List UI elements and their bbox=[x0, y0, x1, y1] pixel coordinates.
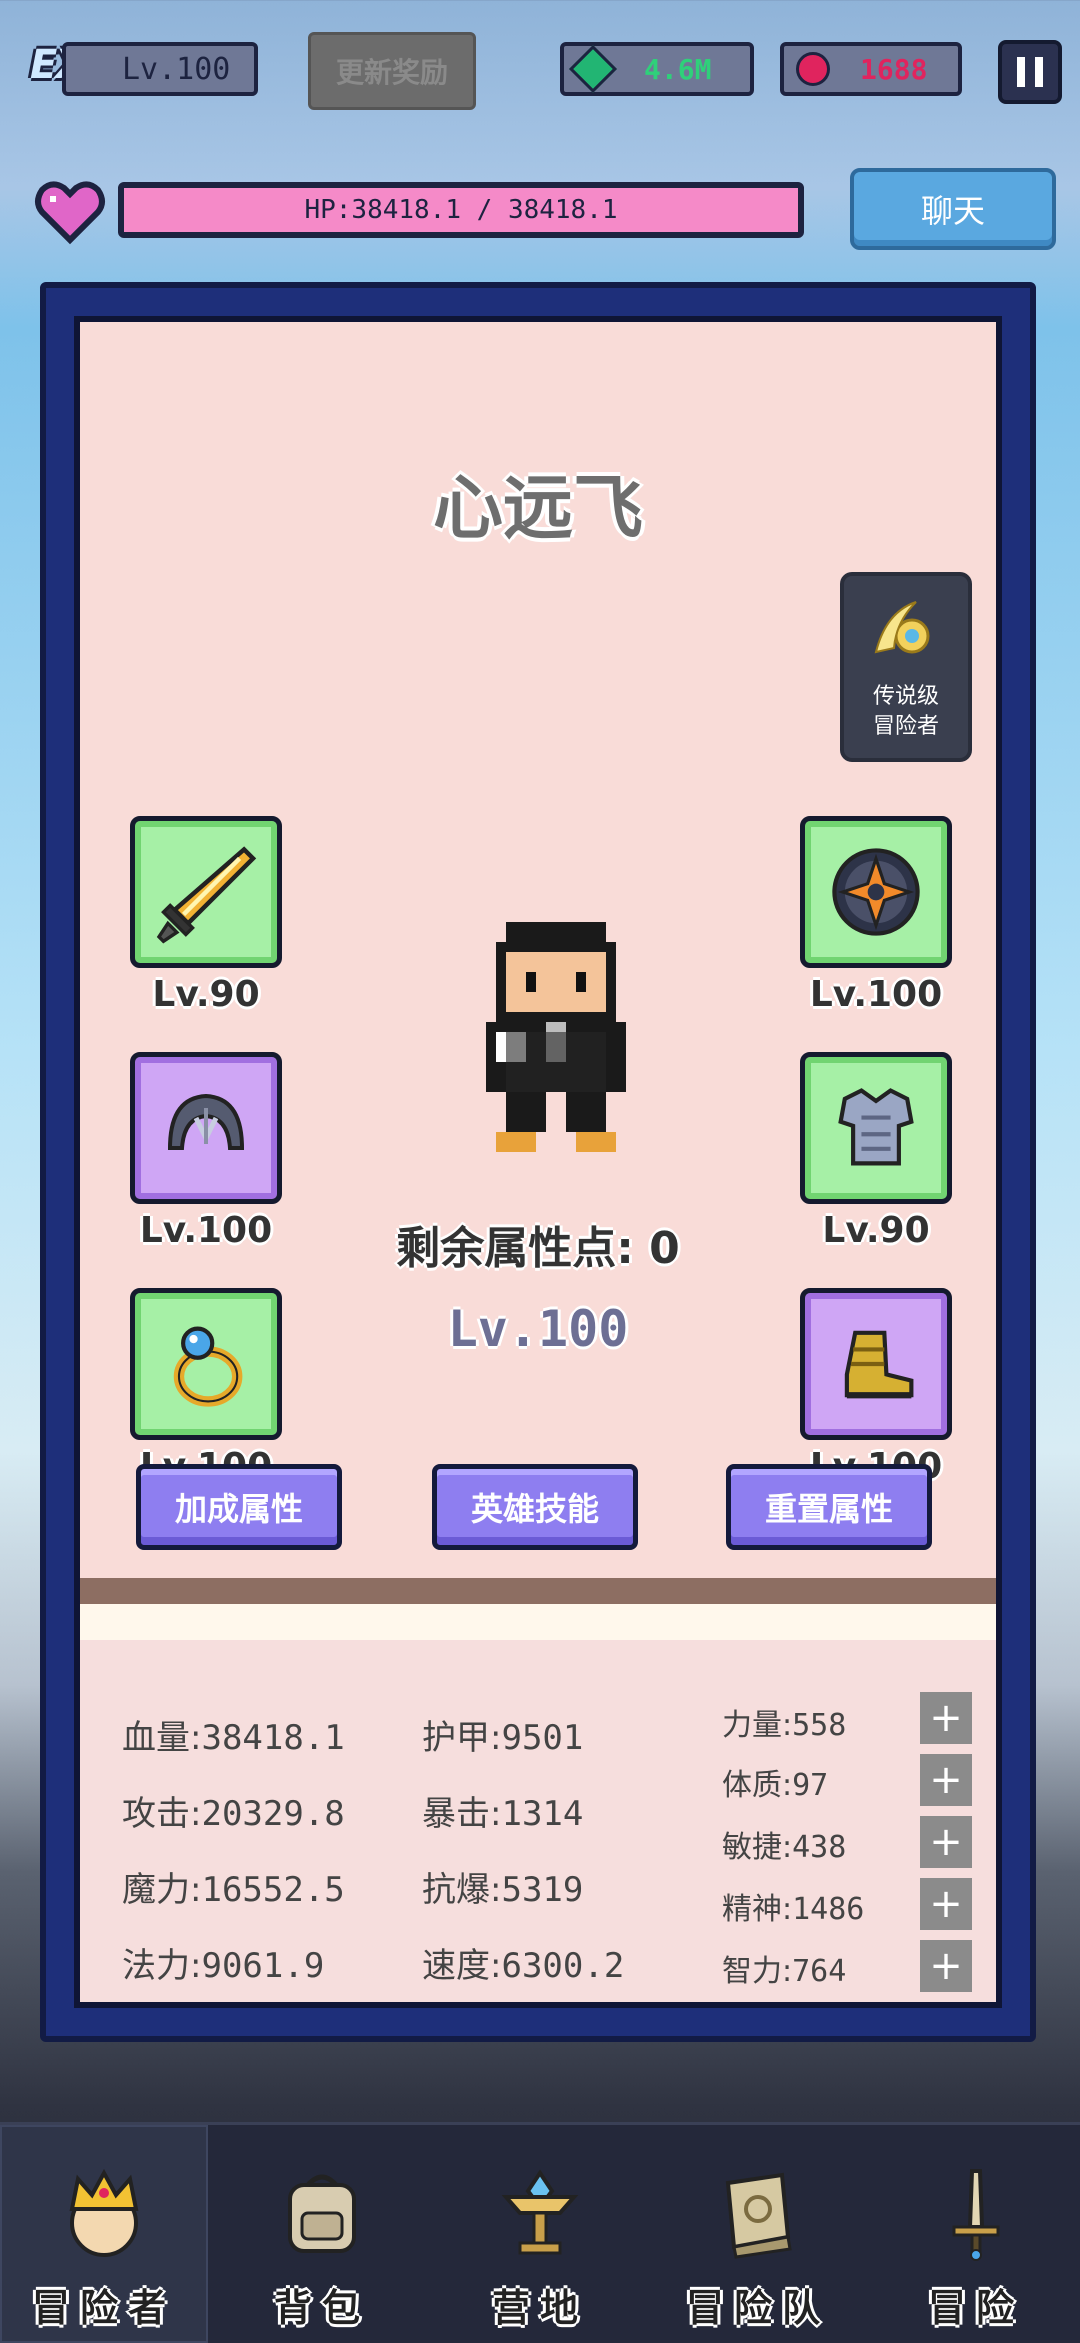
ruby-icon bbox=[796, 52, 830, 86]
nav-adventurer-label: 冒险者 bbox=[31, 2286, 176, 2330]
stat-armor: 护甲:9501 bbox=[422, 1718, 584, 1758]
stat-crit-resist: 抗爆:5319 bbox=[422, 1870, 584, 1910]
add-strength-button[interactable]: + bbox=[920, 1692, 972, 1744]
update-reward-button[interactable]: 更新奖励 bbox=[308, 32, 476, 110]
level-display: Lv.100 bbox=[62, 42, 258, 96]
add-intelligence-button[interactable]: + bbox=[920, 1940, 972, 1992]
nav-adventure-label: 冒险 bbox=[927, 2286, 1024, 2330]
sword-icon bbox=[156, 846, 257, 944]
pause-button[interactable] bbox=[998, 40, 1062, 104]
helmet-icon bbox=[167, 1093, 245, 1150]
hp-bar: HP:38418.1 / 38418.1 bbox=[118, 182, 804, 238]
hero-level: Lv.100 bbox=[447, 1300, 629, 1358]
stats-section: 血量:38418.1 护甲:9501 攻击:20329.8 暴击:1314 魔力… bbox=[80, 1640, 996, 2002]
add-constitution-button[interactable]: + bbox=[920, 1754, 972, 1806]
nav-backpack[interactable]: 背包 bbox=[218, 2125, 426, 2343]
panel-divider-highlight bbox=[80, 1604, 996, 1640]
add-agility-button[interactable]: + bbox=[920, 1816, 972, 1868]
add-spirit-button[interactable]: + bbox=[920, 1878, 972, 1930]
armor-slot[interactable] bbox=[800, 1052, 952, 1204]
rank-line-2: 冒险者 bbox=[872, 714, 939, 739]
stat-magic-power: 魔力:16552.5 bbox=[122, 1870, 345, 1910]
panel-divider bbox=[80, 1578, 996, 1604]
attr-intelligence: 智力:764 bbox=[722, 1954, 847, 1989]
hp-text: HP:38418.1 / 38418.1 bbox=[304, 195, 618, 225]
weapon-level: Lv.90 bbox=[152, 974, 260, 1015]
attr-spirit: 精神:1486 bbox=[722, 1892, 865, 1927]
rank-line-1: 传说级 bbox=[872, 684, 939, 709]
hero-sprite bbox=[486, 922, 626, 1152]
nav-adventurer[interactable]: 冒险者 bbox=[0, 2125, 208, 2343]
hero-skills-button[interactable]: 英雄技能 bbox=[432, 1464, 638, 1550]
emerald-icon bbox=[568, 44, 618, 94]
chat-button[interactable]: 聊天 bbox=[850, 168, 1056, 250]
bottom-nav: 冒险者 背包 营地 冒险队 冒险 bbox=[0, 2122, 1080, 2343]
adventure-sword-icon bbox=[952, 2169, 1000, 2261]
camp-icon bbox=[501, 2169, 579, 2255]
hero-panel-inner: 心远飞 传说级 冒险者 Lv.90 Lv.100 Lv.100 Lv.90 剩余… bbox=[74, 316, 1002, 2008]
reset-attributes-button[interactable]: 重置属性 bbox=[726, 1464, 932, 1550]
hero-name: 心远飞 bbox=[433, 467, 643, 549]
shield-icon bbox=[832, 848, 920, 936]
hero-panel: 心远飞 传说级 冒险者 Lv.90 Lv.100 Lv.100 Lv.90 剩余… bbox=[40, 282, 1036, 2042]
emerald-currency: 4.6M bbox=[560, 42, 754, 96]
backpack-icon bbox=[288, 2174, 356, 2253]
stat-crit: 暴击:1314 bbox=[422, 1794, 584, 1834]
helmet-slot[interactable] bbox=[130, 1052, 282, 1204]
stat-hp: 血量:38418.1 bbox=[122, 1718, 345, 1758]
shield-level: Lv.100 bbox=[809, 974, 943, 1015]
stat-mana: 法力:9061.9 bbox=[122, 1946, 325, 1986]
shield-slot[interactable] bbox=[800, 816, 952, 968]
legend-rank-badge[interactable]: 传说级 冒险者 bbox=[840, 572, 972, 762]
attr-constitution: 体质:97 bbox=[722, 1768, 829, 1803]
nav-adventure[interactable]: 冒险 bbox=[872, 2125, 1080, 2343]
book-icon bbox=[725, 2172, 792, 2259]
crown-icon bbox=[69, 2168, 139, 2257]
ruby-amount: 1688 bbox=[860, 52, 928, 86]
weapon-slot[interactable] bbox=[130, 816, 282, 968]
emerald-amount: 4.6M bbox=[644, 52, 712, 86]
stat-speed: 速度:6300.2 bbox=[422, 1946, 625, 1986]
bonus-attributes-button[interactable]: 加成属性 bbox=[136, 1464, 342, 1550]
legend-emblem-icon bbox=[874, 601, 930, 654]
nav-party-label: 冒险队 bbox=[685, 2286, 830, 2330]
remaining-points: 剩余属性点: 0 bbox=[396, 1223, 680, 1274]
nav-camp-label: 营地 bbox=[491, 2286, 588, 2330]
heart-icon bbox=[35, 181, 105, 245]
stat-attack: 攻击:20329.8 bbox=[122, 1794, 345, 1834]
armor-icon bbox=[838, 1088, 914, 1166]
pause-icon bbox=[1017, 57, 1025, 87]
player-level: Lv.100 bbox=[122, 51, 231, 87]
ruby-currency: 1688 bbox=[780, 42, 962, 96]
attr-strength: 力量:558 bbox=[722, 1708, 847, 1743]
nav-backpack-label: 背包 bbox=[273, 2286, 370, 2330]
nav-party[interactable]: 冒险队 bbox=[654, 2125, 862, 2343]
nav-camp[interactable]: 营地 bbox=[436, 2125, 644, 2343]
attr-agility: 敏捷:438 bbox=[722, 1830, 847, 1865]
